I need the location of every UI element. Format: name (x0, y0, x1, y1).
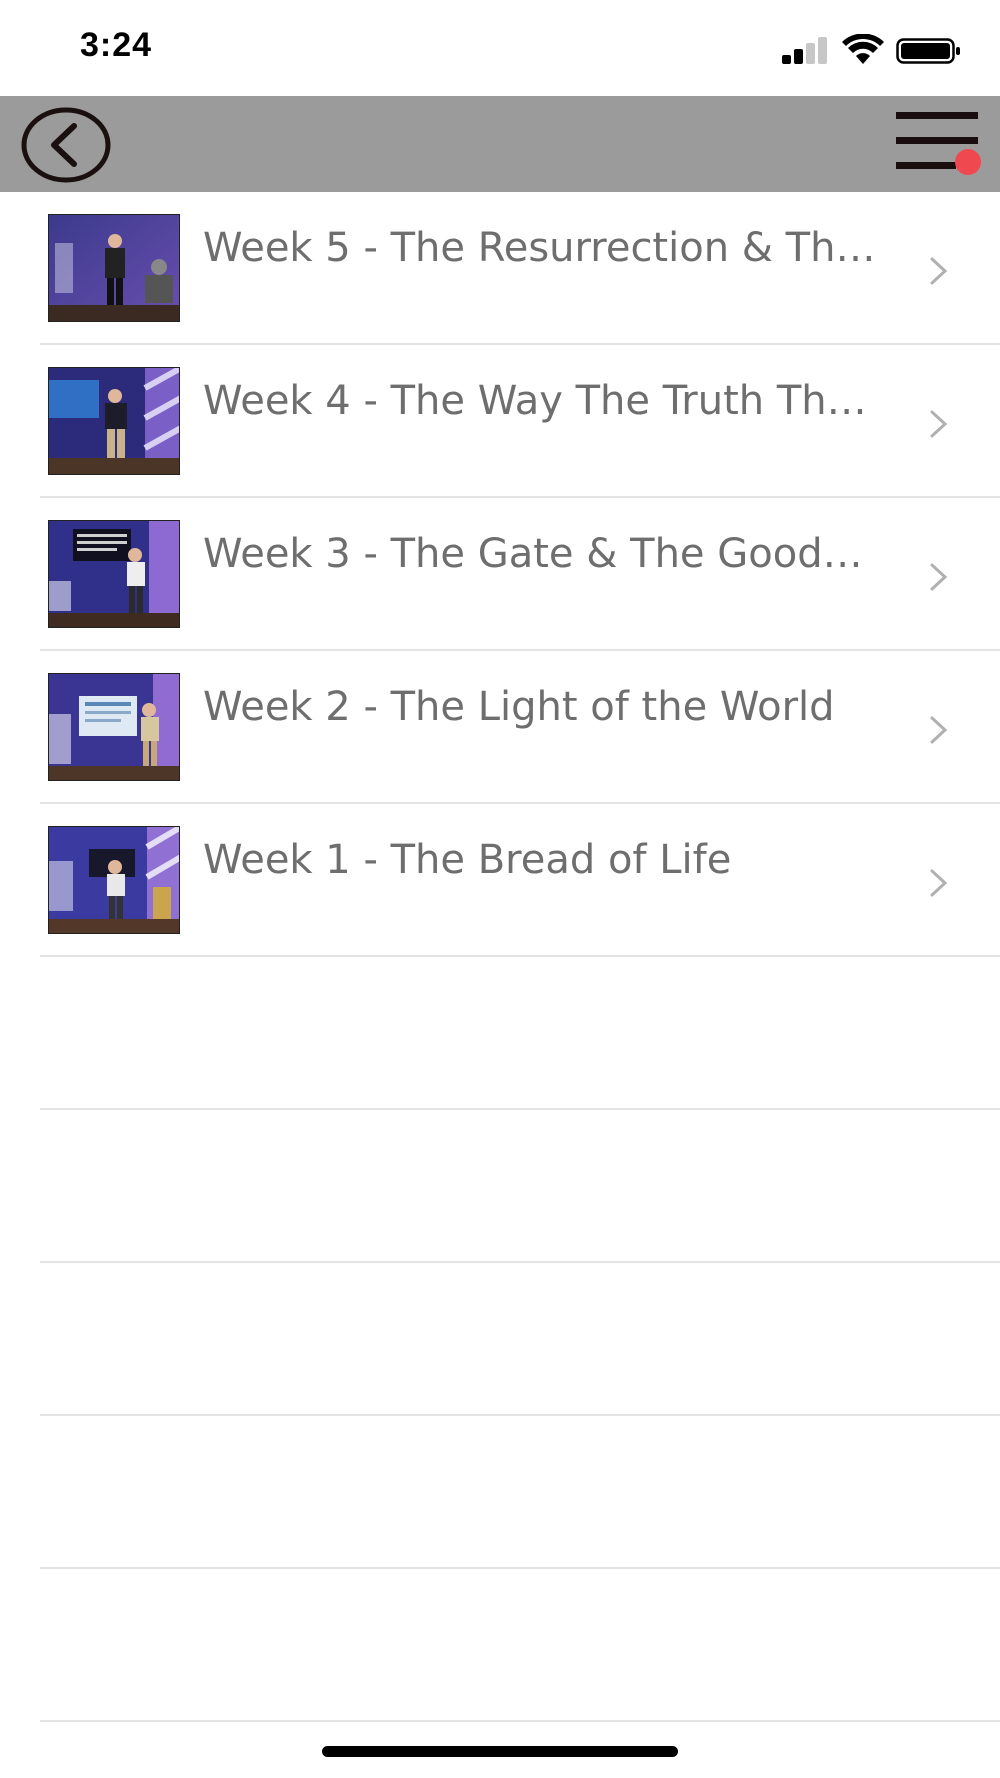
sermon-title: Week 3 - The Gate & The Good… (203, 531, 863, 577)
cellular-signal-icon (782, 36, 830, 64)
status-bar: 3:24 (0, 0, 1000, 96)
sermon-title: Week 5 - The Resurrection & Th… (203, 225, 876, 271)
list-item[interactable]: Week 1 - The Bread of Life (0, 804, 1000, 957)
sermon-list: Week 5 - The Resurrection & Th… Week 4 -… (0, 192, 1000, 1722)
circle-chevron-left-icon (21, 107, 111, 183)
nav-bar (0, 96, 1000, 192)
chevron-right-icon (930, 563, 948, 591)
video-thumbnail (48, 520, 180, 628)
sermon-title: Week 1 - The Bread of Life (203, 837, 732, 883)
menu-button[interactable] (896, 110, 986, 180)
empty-list-row (0, 957, 1000, 1110)
list-item[interactable]: Week 4 - The Way The Truth Th… (0, 345, 1000, 498)
wifi-icon (842, 34, 884, 64)
sermon-title: Week 2 - The Light of the World (203, 684, 835, 730)
chevron-right-icon (930, 410, 948, 438)
list-item[interactable]: Week 3 - The Gate & The Good… (0, 498, 1000, 651)
chevron-right-icon (930, 257, 948, 285)
home-indicator[interactable] (322, 1746, 678, 1757)
empty-list-row (0, 1263, 1000, 1416)
chevron-right-icon (930, 869, 948, 897)
video-thumbnail (48, 367, 180, 475)
notification-badge-icon (955, 149, 981, 175)
status-time: 3:24 (80, 26, 153, 64)
list-item[interactable]: Week 5 - The Resurrection & Th… (0, 192, 1000, 345)
empty-list-row (0, 1110, 1000, 1263)
video-thumbnail (48, 214, 180, 322)
back-button[interactable] (20, 106, 112, 184)
empty-list-row (0, 1569, 1000, 1722)
hamburger-menu-icon (896, 112, 981, 175)
sermon-title: Week 4 - The Way The Truth Th… (203, 378, 867, 424)
chevron-right-icon (930, 716, 948, 744)
battery-icon (896, 38, 960, 64)
list-item[interactable]: Week 2 - The Light of the World (0, 651, 1000, 804)
empty-list-row (0, 1416, 1000, 1569)
video-thumbnail (48, 826, 180, 934)
video-thumbnail (48, 673, 180, 781)
